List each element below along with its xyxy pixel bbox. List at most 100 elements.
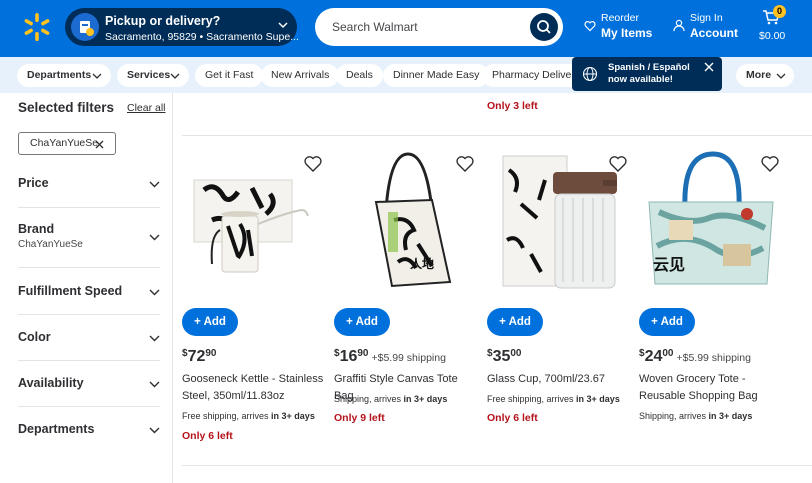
facet-title: Availability xyxy=(18,376,84,390)
nav-more[interactable]: More xyxy=(736,64,794,87)
add-label-text: Add xyxy=(203,316,226,328)
reorder-label: Reorder xyxy=(601,12,639,24)
heart-icon[interactable] xyxy=(455,154,475,174)
selected-filters-title: Selected filters xyxy=(18,100,115,115)
price-dollars: 24 xyxy=(644,348,663,365)
add-label: + xyxy=(499,316,509,328)
nav-deals[interactable]: Deals xyxy=(336,64,383,87)
product-title[interactable]: Glass Cup, 700ml/23.67 xyxy=(487,371,632,388)
add-to-cart-button[interactable]: + Add xyxy=(639,308,695,336)
shipping-info: Shipping, arrives in 3+ days xyxy=(639,411,752,421)
product-title[interactable]: Gooseneck Kettle - Stainless Steel, 350m… xyxy=(182,371,327,405)
facet-title: Departments xyxy=(18,422,95,436)
add-to-cart-button[interactable]: + Add xyxy=(334,308,390,336)
add-label: + xyxy=(651,316,661,328)
ship-text: Free shipping, arrives xyxy=(487,394,577,404)
product-card[interactable]: + Add $3500 Glass Cup, 700ml/23.67 Free … xyxy=(487,150,632,450)
search-bar[interactable]: Search Walmart xyxy=(315,8,563,46)
chevron-down-icon xyxy=(92,73,102,79)
shipping-price: +$5.99 shipping xyxy=(371,352,446,364)
nav-dinner-made-easy[interactable]: Dinner Made Easy xyxy=(383,64,490,87)
product-card[interactable]: 人地 + Add $1690 +$5.99 shipping Graffiti S… xyxy=(334,150,479,450)
product-price: $7290 xyxy=(182,348,217,365)
site-header: Pickup or delivery? Sacramento, 95829 • … xyxy=(0,0,812,57)
product-card[interactable]: 云见 + Add $2400 +$5.99 shipping Woven Groc… xyxy=(639,150,784,450)
stock-warning: Only 6 left xyxy=(182,430,233,442)
row-divider xyxy=(182,465,812,466)
price-cents: 90 xyxy=(205,348,217,359)
ship-text: Shipping, arrives xyxy=(639,411,709,421)
nav-more-label: More xyxy=(746,69,772,81)
facet-color[interactable]: Color xyxy=(18,330,160,361)
facet-title: Brand xyxy=(18,222,55,236)
nav-get-it-fast[interactable]: Get it Fast xyxy=(195,64,264,87)
cart-total: $0.00 xyxy=(759,30,786,42)
shipping-info: Shipping, arrives in 3+ days xyxy=(334,394,447,404)
chevron-down-icon xyxy=(149,234,160,241)
close-icon[interactable] xyxy=(95,140,104,149)
stock-warning: Only 6 left xyxy=(487,412,538,424)
product-image-glass-cup[interactable] xyxy=(487,150,632,300)
add-to-cart-button[interactable]: + Add xyxy=(182,308,238,336)
svg-text:云见: 云见 xyxy=(653,255,685,274)
chevron-down-icon xyxy=(149,381,160,388)
facet-departments[interactable]: Departments xyxy=(18,422,160,453)
pickup-delivery-selector[interactable]: Pickup or delivery? Sacramento, 95829 • … xyxy=(65,8,299,46)
svg-text:人地: 人地 xyxy=(410,256,434,271)
nav-services[interactable]: Services xyxy=(117,64,189,87)
facet-fulfillment-speed[interactable]: Fulfillment Speed xyxy=(18,284,160,315)
product-image-kettle[interactable] xyxy=(182,150,327,300)
add-label-text: Add xyxy=(355,316,378,328)
shipping-info: Free shipping, arrives in 3+ days xyxy=(487,394,620,404)
search-button[interactable] xyxy=(530,13,558,41)
filter-chip[interactable]: ChaYanYueSe xyxy=(18,132,116,155)
chevron-down-icon xyxy=(149,427,160,434)
product-card[interactable]: + Add $7290 Gooseneck Kettle - Stainless… xyxy=(182,150,327,450)
heart-icon[interactable] xyxy=(303,154,323,174)
heart-icon[interactable] xyxy=(760,154,780,174)
walmart-spark-icon[interactable] xyxy=(22,12,52,42)
facet-price[interactable]: Price xyxy=(18,176,160,208)
add-label-text: Add xyxy=(660,316,683,328)
chevron-down-icon xyxy=(776,73,786,79)
facet-subtitle: ChaYanYueSe xyxy=(18,239,83,250)
add-to-cart-button[interactable]: + Add xyxy=(487,308,543,336)
nav-services-label: Services xyxy=(127,69,171,81)
chevron-down-icon xyxy=(149,335,160,342)
facet-availability[interactable]: Availability xyxy=(18,376,160,407)
price-cents: 00 xyxy=(510,348,522,359)
add-label-text: Add xyxy=(508,316,531,328)
product-image-woven-tote[interactable]: 云见 xyxy=(639,150,784,300)
pickup-title: Pickup or delivery? xyxy=(105,14,221,28)
product-image-tote[interactable]: 人地 xyxy=(334,150,479,300)
filter-chip-label: ChaYanYueSe xyxy=(30,137,99,149)
nav-new-arrivals[interactable]: New Arrivals xyxy=(261,64,340,87)
chevron-down-icon xyxy=(170,73,180,79)
facet-brand[interactable]: Brand ChaYanYueSe xyxy=(18,222,160,268)
stock-warning: Only 9 left xyxy=(334,412,385,424)
row-divider xyxy=(182,135,812,136)
globe-icon xyxy=(582,66,598,82)
ship-eta: in 3+ days xyxy=(403,394,448,404)
shipping-price: +$5.99 shipping xyxy=(676,352,751,364)
ship-text: Free shipping, arrives xyxy=(182,411,272,421)
close-icon[interactable] xyxy=(704,62,714,72)
ship-eta: in 3+ days xyxy=(708,411,753,421)
product-price: $1690 +$5.99 shipping xyxy=(334,348,446,365)
price-dollars: 72 xyxy=(187,348,206,365)
pickup-location: Sacramento, 95829 • Sacramento Supe... xyxy=(105,31,299,43)
facet-title: Fulfillment Speed xyxy=(18,284,123,298)
product-price: $3500 xyxy=(487,348,522,365)
ship-text: Shipping, arrives xyxy=(334,394,404,404)
add-label: + xyxy=(346,316,356,328)
price-cents: 00 xyxy=(662,348,674,359)
clear-all-link[interactable]: Clear all xyxy=(127,102,166,114)
product-title[interactable]: Woven Grocery Tote - Reusable Shopping B… xyxy=(639,371,784,405)
heart-icon[interactable] xyxy=(608,154,628,174)
nav-departments[interactable]: Departments xyxy=(17,64,111,87)
price-cents: 90 xyxy=(357,348,369,359)
price-dollars: 16 xyxy=(339,348,358,365)
search-input[interactable]: Search Walmart xyxy=(332,20,418,34)
nav-departments-label: Departments xyxy=(27,69,92,81)
ship-eta: in 3+ days xyxy=(271,411,315,421)
